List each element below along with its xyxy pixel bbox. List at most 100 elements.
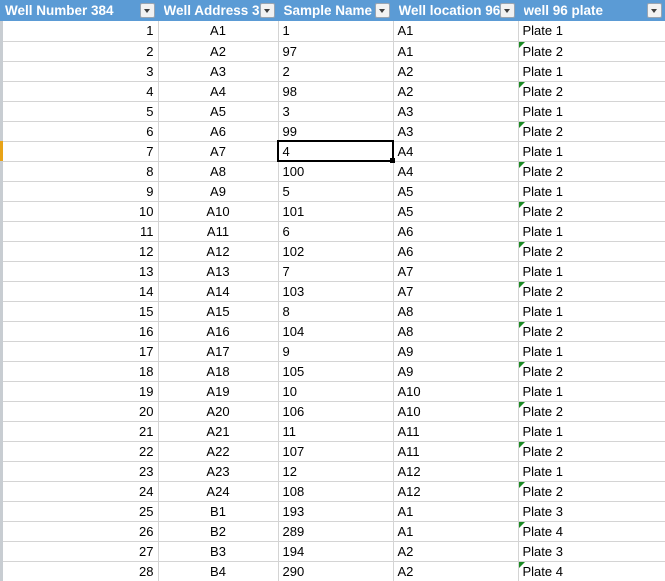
cell-well_number_384[interactable]: 11 xyxy=(0,221,159,242)
cell-well_location_96[interactable]: A10 xyxy=(393,401,519,422)
cell-well_location_96[interactable]: A6 xyxy=(393,221,519,242)
cell-well_number_384[interactable]: 1 xyxy=(0,21,159,42)
cell-well_number_384[interactable]: 24 xyxy=(0,481,159,502)
cell-sample_name[interactable]: 4 xyxy=(278,141,394,162)
cell-sample_name[interactable]: 102 xyxy=(278,241,394,262)
cell-sample_name[interactable]: 2 xyxy=(278,61,394,82)
cell-well_96_plate[interactable]: Plate 1 xyxy=(518,341,665,362)
cell-well_96_plate[interactable]: Plate 1 xyxy=(518,301,665,322)
cell-well_location_96[interactable]: A5 xyxy=(393,201,519,222)
cell-well_address_384[interactable]: B3 xyxy=(158,541,279,562)
cell-well_96_plate[interactable]: Plate 2 xyxy=(518,481,665,502)
cell-well_location_96[interactable]: A12 xyxy=(393,461,519,482)
cell-sample_name[interactable]: 98 xyxy=(278,81,394,102)
cell-well_96_plate[interactable]: Plate 2 xyxy=(518,41,665,62)
cell-well_number_384[interactable]: 15 xyxy=(0,301,159,322)
cell-well_number_384[interactable]: 14 xyxy=(0,281,159,302)
filter-dropdown-icon[interactable] xyxy=(499,3,515,18)
cell-well_location_96[interactable]: A2 xyxy=(393,81,519,102)
cell-well_96_plate[interactable]: Plate 1 xyxy=(518,181,665,202)
cell-well_number_384[interactable]: 4 xyxy=(0,81,159,102)
cell-well_number_384[interactable]: 16 xyxy=(0,321,159,342)
cell-well_number_384[interactable]: 20 xyxy=(0,401,159,422)
cell-well_address_384[interactable]: A2 xyxy=(158,41,279,62)
cell-well_address_384[interactable]: A3 xyxy=(158,61,279,82)
cell-sample_name[interactable]: 194 xyxy=(278,541,394,562)
cell-sample_name[interactable]: 99 xyxy=(278,121,394,142)
cell-well_location_96[interactable]: A4 xyxy=(393,141,519,162)
cell-well_number_384[interactable]: 3 xyxy=(0,61,159,82)
cell-well_address_384[interactable]: A14 xyxy=(158,281,279,302)
cell-sample_name[interactable]: 106 xyxy=(278,401,394,422)
table-row[interactable]: 20 A20 106 A10 Plate 2 xyxy=(0,401,665,422)
cell-well_location_96[interactable]: A9 xyxy=(393,341,519,362)
cell-sample_name[interactable]: 1 xyxy=(278,21,394,42)
table-row[interactable]: 22 A22 107 A11 Plate 2 xyxy=(0,441,665,462)
cell-well_96_plate[interactable]: Plate 1 xyxy=(518,101,665,122)
cell-well_address_384[interactable]: A22 xyxy=(158,441,279,462)
cell-sample_name[interactable]: 289 xyxy=(278,521,394,542)
cell-well_address_384[interactable]: A12 xyxy=(158,241,279,262)
cell-sample_name[interactable]: 8 xyxy=(278,301,394,322)
cell-well_location_96[interactable]: A3 xyxy=(393,121,519,142)
cell-well_location_96[interactable]: A8 xyxy=(393,321,519,342)
cell-well_location_96[interactable]: A11 xyxy=(393,421,519,442)
cell-well_address_384[interactable]: A24 xyxy=(158,481,279,502)
table-row[interactable]: 13 A13 7 A7 Plate 1 xyxy=(0,261,665,282)
cell-well_96_plate[interactable]: Plate 4 xyxy=(518,561,665,581)
cell-sample_name[interactable]: 105 xyxy=(278,361,394,382)
filter-dropdown-icon[interactable] xyxy=(646,3,662,18)
cell-well_number_384[interactable]: 17 xyxy=(0,341,159,362)
cell-well_location_96[interactable]: A12 xyxy=(393,481,519,502)
cell-well_location_96[interactable]: A7 xyxy=(393,261,519,282)
cell-well_number_384[interactable]: 9 xyxy=(0,181,159,202)
cell-sample_name[interactable]: 10 xyxy=(278,381,394,402)
cell-well_number_384[interactable]: 25 xyxy=(0,501,159,522)
cell-well_location_96[interactable]: A2 xyxy=(393,561,519,581)
cell-well_96_plate[interactable]: Plate 4 xyxy=(518,521,665,542)
cell-well_location_96[interactable]: A4 xyxy=(393,161,519,182)
cell-well_address_384[interactable]: A17 xyxy=(158,341,279,362)
cell-well_number_384[interactable]: 21 xyxy=(0,421,159,442)
cell-well_address_384[interactable]: A6 xyxy=(158,121,279,142)
cell-sample_name[interactable]: 104 xyxy=(278,321,394,342)
table-row[interactable]: 19 A19 10 A10 Plate 1 xyxy=(0,381,665,402)
cell-well_96_plate[interactable]: Plate 2 xyxy=(518,161,665,182)
cell-well_location_96[interactable]: A5 xyxy=(393,181,519,202)
table-row[interactable]: 28 B4 290 A2 Plate 4 xyxy=(0,561,665,581)
cell-sample_name[interactable]: 11 xyxy=(278,421,394,442)
cell-well_number_384[interactable]: 7 xyxy=(0,141,159,162)
cell-well_location_96[interactable]: A1 xyxy=(393,41,519,62)
cell-well_96_plate[interactable]: Plate 3 xyxy=(518,541,665,562)
cell-sample_name[interactable]: 12 xyxy=(278,461,394,482)
cell-well_location_96[interactable]: A1 xyxy=(393,521,519,542)
cell-well_number_384[interactable]: 22 xyxy=(0,441,159,462)
cell-well_address_384[interactable]: A10 xyxy=(158,201,279,222)
cell-sample_name[interactable]: 290 xyxy=(278,561,394,581)
cell-well_address_384[interactable]: A19 xyxy=(158,381,279,402)
cell-well_number_384[interactable]: 12 xyxy=(0,241,159,262)
cell-well_address_384[interactable]: A13 xyxy=(158,261,279,282)
cell-well_96_plate[interactable]: Plate 1 xyxy=(518,461,665,482)
cell-well_address_384[interactable]: A21 xyxy=(158,421,279,442)
column-header-well_number_384[interactable]: Well Number 384 xyxy=(0,0,159,21)
table-row[interactable]: 7 A7 4 A4 Plate 1 xyxy=(0,141,665,162)
cell-well_96_plate[interactable]: Plate 2 xyxy=(518,241,665,262)
cell-well_96_plate[interactable]: Plate 1 xyxy=(518,381,665,402)
cell-well_address_384[interactable]: B4 xyxy=(158,561,279,581)
cell-well_number_384[interactable]: 19 xyxy=(0,381,159,402)
cell-sample_name[interactable]: 108 xyxy=(278,481,394,502)
cell-well_96_plate[interactable]: Plate 2 xyxy=(518,441,665,462)
cell-well_address_384[interactable]: A1 xyxy=(158,21,279,42)
cell-well_location_96[interactable]: A8 xyxy=(393,301,519,322)
table-row[interactable]: 23 A23 12 A12 Plate 1 xyxy=(0,461,665,482)
cell-sample_name[interactable]: 5 xyxy=(278,181,394,202)
cell-well_address_384[interactable]: A5 xyxy=(158,101,279,122)
filter-dropdown-icon[interactable] xyxy=(374,3,390,18)
cell-well_address_384[interactable]: A20 xyxy=(158,401,279,422)
filter-dropdown-icon[interactable] xyxy=(259,3,275,18)
cell-well_address_384[interactable]: A11 xyxy=(158,221,279,242)
cell-well_number_384[interactable]: 18 xyxy=(0,361,159,382)
cell-well_location_96[interactable]: A6 xyxy=(393,241,519,262)
table-row[interactable]: 21 A21 11 A11 Plate 1 xyxy=(0,421,665,442)
